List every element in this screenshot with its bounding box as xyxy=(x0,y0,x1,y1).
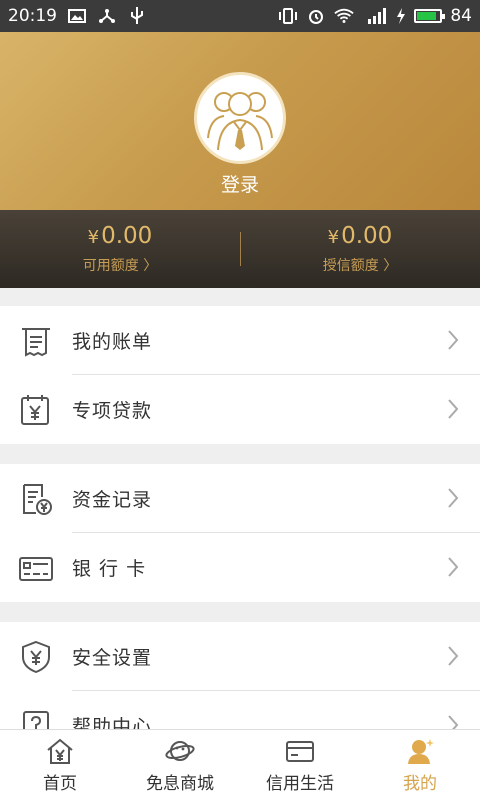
available-credit-label: 可用额度 〉 xyxy=(82,258,158,274)
granted-amount-value: 0.00 xyxy=(341,223,393,249)
granted-credit-amount: ¥0.00 xyxy=(328,223,393,249)
charging-icon xyxy=(396,7,406,25)
chevron-right-icon xyxy=(448,399,459,419)
user-avatar-icon xyxy=(207,92,273,151)
credit-summary: ¥0.00 可用额度 〉 ¥0.00 授信额度 〉 xyxy=(0,210,480,288)
granted-credit-label: 授信额度 〉 xyxy=(322,258,398,274)
available-currency: ¥ xyxy=(87,227,100,248)
granted-credit[interactable]: ¥0.00 授信额度 〉 xyxy=(240,210,480,288)
status-time: 20:19 xyxy=(8,6,57,26)
tab-credit-life[interactable]: 信用生活 xyxy=(240,730,360,800)
bank-card-icon xyxy=(19,557,53,581)
login-button[interactable]: 登录 xyxy=(0,170,480,197)
fund-record-icon xyxy=(23,484,52,515)
help-icon xyxy=(23,711,49,730)
tab-label: 信用生活 xyxy=(266,773,334,794)
chevron-right-icon xyxy=(448,646,459,666)
card-icon xyxy=(286,740,314,762)
signal-icon xyxy=(362,7,388,25)
status-bar: 20:19 84 xyxy=(0,0,480,32)
profile-header: 登录 xyxy=(0,32,480,210)
menu-item-label: 帮助中心 xyxy=(72,716,153,730)
tab-mall[interactable]: 免息商城 xyxy=(120,730,240,800)
tab-mine[interactable]: 我的 xyxy=(360,730,480,800)
tab-label: 免息商城 xyxy=(146,773,214,794)
battery-level: 84 xyxy=(450,6,472,26)
menu-item-help-center[interactable]: 帮助中心 xyxy=(0,691,480,730)
bottom-tab-bar: 首页 免息商城 信用生活 我的 xyxy=(0,729,480,800)
menu-item-my-bill[interactable]: 我的账单 xyxy=(0,306,480,375)
security-shield-icon xyxy=(22,640,50,674)
avatar[interactable] xyxy=(194,72,286,164)
menu-item-fund-record[interactable]: 资金记录 xyxy=(0,464,480,533)
vibrate-icon xyxy=(278,7,298,25)
menu-group-funds: 资金记录 银 行 卡 xyxy=(0,464,480,602)
usb-icon xyxy=(127,7,147,25)
image-icon xyxy=(67,7,87,25)
available-credit[interactable]: ¥0.00 可用额度 〉 xyxy=(0,210,240,288)
tab-label: 首页 xyxy=(43,773,77,794)
tab-home[interactable]: 首页 xyxy=(0,730,120,800)
tab-label: 我的 xyxy=(403,773,437,794)
loan-calendar-icon xyxy=(21,395,49,425)
available-credit-amount: ¥0.00 xyxy=(88,223,153,249)
planet-icon xyxy=(165,740,195,761)
menu-item-label: 我的账单 xyxy=(72,331,153,353)
credit-divider xyxy=(240,232,241,266)
menu-item-label: 银 行 卡 xyxy=(72,558,147,580)
chevron-right-icon xyxy=(448,557,459,577)
bill-icon xyxy=(22,328,50,357)
alarm-icon xyxy=(306,7,326,25)
menu-group-security: 安全设置 帮助中心 xyxy=(0,622,480,730)
menu-group-account: 我的账单 专项贷款 xyxy=(0,306,480,444)
menu-item-label: 安全设置 xyxy=(72,647,153,669)
chevron-right-icon xyxy=(448,488,459,508)
menu-item-security-settings[interactable]: 安全设置 xyxy=(0,622,480,691)
granted-currency: ¥ xyxy=(327,227,340,248)
available-amount-value: 0.00 xyxy=(101,223,153,249)
menu-item-label: 资金记录 xyxy=(72,489,153,511)
menu-item-special-loan[interactable]: 专项贷款 xyxy=(0,375,480,444)
profile-icon xyxy=(408,738,434,764)
menu-item-bank-card[interactable]: 银 行 卡 xyxy=(0,533,480,602)
wifi-icon xyxy=(334,7,355,25)
chevron-right-icon xyxy=(448,330,459,350)
home-icon xyxy=(47,738,73,764)
menu-item-label: 专项贷款 xyxy=(72,400,153,422)
battery-icon xyxy=(414,9,446,23)
share-icon xyxy=(97,7,117,25)
chevron-right-icon xyxy=(448,715,459,730)
